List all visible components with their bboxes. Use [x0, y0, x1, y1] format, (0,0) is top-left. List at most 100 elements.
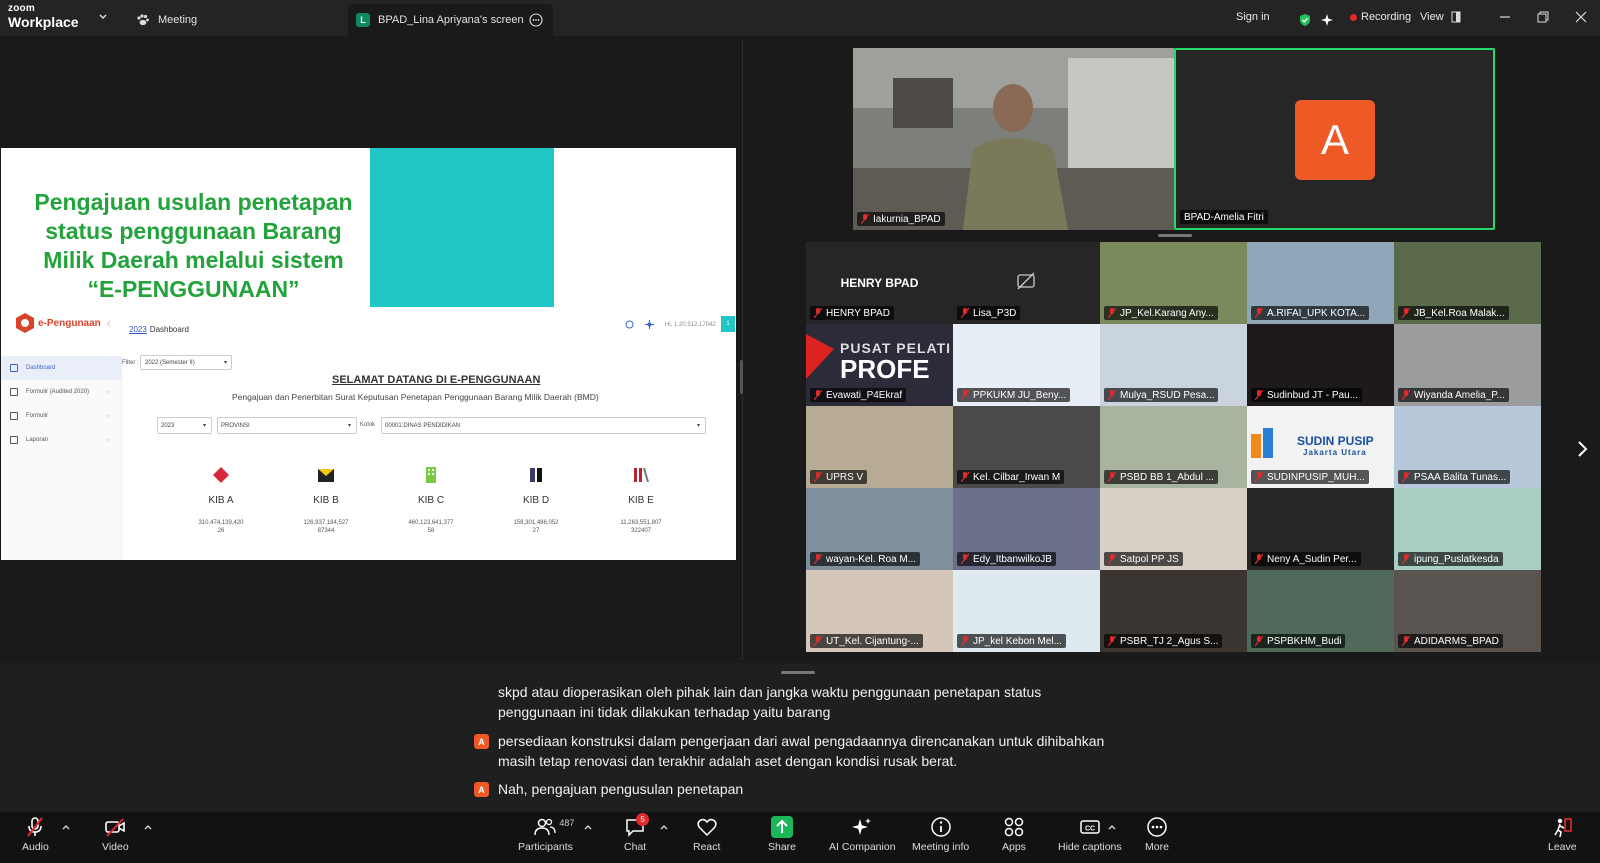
- participant-title: HENRY BPAD: [840, 276, 919, 290]
- participant-tile[interactable]: Lisa_P3D: [953, 242, 1100, 324]
- shared-screen[interactable]: Pengajuan usulan penetapan status penggu…: [1, 148, 736, 560]
- participant-tile[interactable]: HENRY BPAD HENRY BPAD: [806, 242, 953, 324]
- sudin-pusip-line1: SUDIN PUSIP: [1297, 434, 1374, 448]
- participant-name: wayan-Kel. Roa M...: [826, 553, 917, 565]
- caption-gripper[interactable]: [781, 671, 815, 674]
- participant-tile[interactable]: PSBR_TJ 2_Agus S...: [1100, 570, 1247, 652]
- participant-tile[interactable]: A.RIFAI_UPK KOTA...: [1247, 242, 1394, 324]
- chat-button[interactable]: 5 Chat: [624, 813, 650, 860]
- muted-mic-icon: [814, 636, 822, 646]
- participant-tile[interactable]: ipung_Puslatkesda: [1394, 488, 1541, 570]
- kib-card: KIB B 126,937,184,527 87344: [276, 456, 376, 556]
- restore-icon[interactable]: [1536, 10, 1550, 24]
- participant-tile[interactable]: Neny A_Sudin Per...: [1247, 488, 1394, 570]
- participant-name-tag: PSAA Balita Tunas...: [1398, 470, 1511, 484]
- participant-tile[interactable]: Edy_ItbanwilkoJB: [953, 488, 1100, 570]
- sign-in-button[interactable]: Sign in: [1236, 6, 1270, 28]
- caret-up-icon[interactable]: [62, 824, 70, 830]
- speaker-video-amelia[interactable]: A BPAD-Amelia Fitri: [1174, 48, 1495, 230]
- muted-mic-icon: [1402, 472, 1410, 482]
- video-button[interactable]: Video: [102, 816, 129, 860]
- react-button[interactable]: React: [693, 816, 720, 860]
- muted-mic-icon: [814, 554, 822, 564]
- participant-tile[interactable]: PSAA Balita Tunas...: [1394, 406, 1541, 488]
- muted-mic-icon: [1108, 390, 1116, 400]
- meeting-toolbar: Audio Video 487 Participants 5 Chat Reac…: [0, 812, 1600, 863]
- close-icon[interactable]: [1574, 10, 1588, 24]
- caret-up-icon[interactable]: [660, 824, 668, 830]
- year-select-value: 2023: [161, 423, 175, 429]
- chevron-down-icon[interactable]: [98, 12, 108, 22]
- recording-indicator[interactable]: Recording: [1350, 6, 1411, 28]
- meeting-info-button[interactable]: Meeting info: [912, 816, 969, 860]
- participant-tile[interactable]: ADIDARMS_BPAD: [1394, 570, 1541, 652]
- slide-title-line: Milik Daerah melalui sistem: [43, 247, 344, 273]
- filter-label: Filter :: [122, 360, 139, 366]
- shield-icon[interactable]: [1298, 9, 1312, 31]
- apps-button[interactable]: Apps: [1002, 816, 1026, 860]
- filter-select: 2022 (Semester II) ▾: [140, 355, 232, 370]
- audio-button[interactable]: Audio: [22, 816, 49, 860]
- participants-button[interactable]: 487 Participants: [518, 816, 574, 860]
- sparkle-icon[interactable]: [1320, 9, 1334, 31]
- gallery-gripper[interactable]: [1158, 234, 1192, 237]
- breadcrumb-year: 2023: [129, 325, 147, 334]
- participant-tile[interactable]: JP_kel Kebon Mel...: [953, 570, 1100, 652]
- participant-tile[interactable]: PUSAT PELATI PROFE Evawati_P4Ekraf: [806, 324, 953, 406]
- speaker-video-iakurnia[interactable]: Iakurnia_BPAD: [853, 48, 1174, 230]
- kib-name: KIB E: [628, 495, 654, 506]
- participant-name-tag: Edy_ItbanwilkoJB: [957, 552, 1056, 566]
- minimize-icon[interactable]: [1498, 10, 1512, 24]
- more-options-icon[interactable]: [529, 13, 543, 27]
- participant-tile[interactable]: JB_Kel.Roa Malak...: [1394, 242, 1541, 324]
- participant-tile[interactable]: PSBD BB 1_Abdul ...: [1100, 406, 1247, 488]
- ai-companion-button[interactable]: AI Companion: [829, 816, 896, 860]
- participant-tile[interactable]: wayan-Kel. Roa M...: [806, 488, 953, 570]
- caret-up-icon[interactable]: [1108, 824, 1116, 830]
- e-penggunaan-logo: e-Pengunaan ‹: [15, 312, 111, 334]
- muted-mic-icon: [1402, 636, 1410, 646]
- tab-shared-screen[interactable]: L BPAD_Lina Apriyana's screen: [348, 4, 553, 36]
- chevron-right-icon: ›: [106, 436, 109, 444]
- share-badge: L: [356, 13, 370, 27]
- chevron-right-icon[interactable]: [1576, 440, 1588, 458]
- caret-up-icon[interactable]: [144, 824, 152, 830]
- participant-tile[interactable]: JP_Kel.Karang Any...: [1100, 242, 1247, 324]
- react-label: React: [693, 841, 721, 853]
- participant-tile[interactable]: SUDIN PUSIP Jakarta Utara SUDINPUSIP_MUH..…: [1247, 406, 1394, 488]
- pusat-line2: PROFE: [840, 354, 930, 384]
- lock-icon: [10, 436, 18, 444]
- resize-handle[interactable]: [740, 360, 743, 394]
- leave-button[interactable]: Leave: [1548, 816, 1577, 860]
- muted-mic-icon: [814, 390, 822, 400]
- participant-tile[interactable]: UT_Kel. Cijantung-...: [806, 570, 953, 652]
- kib-count: 87344: [317, 528, 335, 534]
- breadcrumb: 2023 Dashboard: [129, 325, 189, 334]
- participants-icon: [534, 818, 557, 836]
- tab-meeting[interactable]: Meeting: [136, 4, 197, 36]
- hide-captions-button[interactable]: CC Hide captions: [1058, 816, 1122, 860]
- record-dot-icon: [1350, 13, 1357, 21]
- more-button[interactable]: More: [1145, 816, 1169, 860]
- share-button[interactable]: Share: [768, 816, 796, 860]
- participant-tile[interactable]: Wiyanda Amelia_P...: [1394, 324, 1541, 406]
- info-icon: [930, 817, 951, 837]
- speaker-video-feed: [853, 48, 1174, 230]
- captions-icon: CC: [1080, 820, 1100, 834]
- participant-tile[interactable]: Sudinbud JT - Pau...: [1247, 324, 1394, 406]
- caret-up-icon[interactable]: [584, 824, 592, 830]
- participant-tile[interactable]: Mulya_RSUD Pesa...: [1100, 324, 1247, 406]
- dinas-select: 00001:DINAS PENDIDIKAN ▾: [381, 417, 706, 434]
- participant-tile[interactable]: PPKUKM JU_Beny...: [953, 324, 1100, 406]
- heart-icon: [697, 818, 717, 837]
- participant-tile[interactable]: Satpol PP JS: [1100, 488, 1247, 570]
- app-logo[interactable]: zoom Workplace: [8, 4, 79, 30]
- participant-tile[interactable]: PSPBKHM_Budi: [1247, 570, 1394, 652]
- kib-value: 126,937,184,527: [303, 520, 349, 526]
- header-pill: 1: [721, 316, 735, 332]
- view-button[interactable]: View: [1420, 6, 1462, 28]
- apps-label: Apps: [1002, 841, 1026, 853]
- muted-mic-icon: [1108, 636, 1116, 646]
- participant-tile[interactable]: Kel. Cilbar_Irwan M: [953, 406, 1100, 488]
- participant-tile[interactable]: UPRS V: [806, 406, 953, 488]
